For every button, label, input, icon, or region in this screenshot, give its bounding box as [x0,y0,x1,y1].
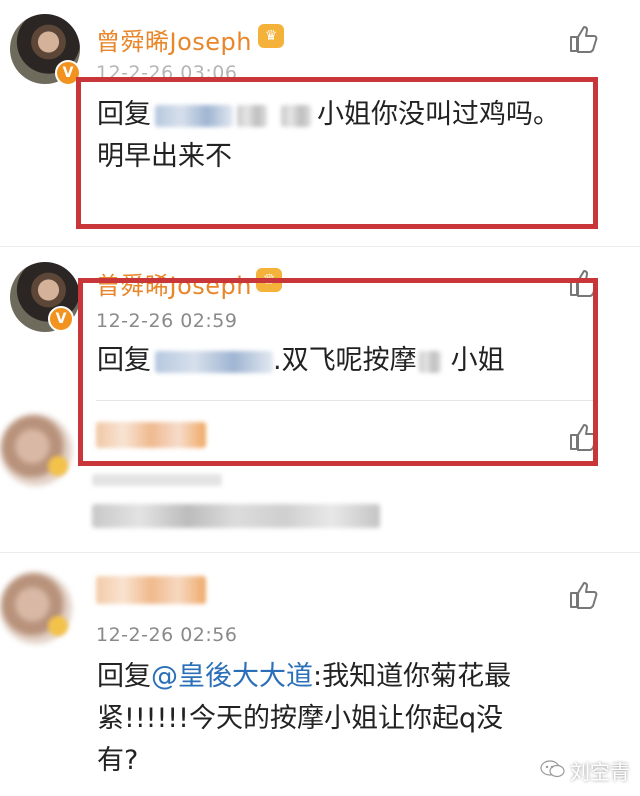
watermark-text: 刘空青 [570,760,630,784]
comment-text-line2: 紧!!!!!!今天的按摩小姐让你起q没 [97,703,504,734]
thumbs-up-icon[interactable] [568,580,598,610]
comment-text: 回复@皇後大大道:我知道你菊花最 紧!!!!!!今天的按摩小姐让你起q没 有? [97,656,597,782]
timestamp: 12-2-26 02:56 [96,624,238,646]
comment-text-line1: :我知道你菊花最 [313,661,512,692]
wechat-icon [540,760,565,778]
mention-link[interactable]: @皇後大大道 [151,661,313,692]
highlight-box [78,278,598,466]
blurred-comment-text [92,504,380,528]
verified-badge-icon [48,456,68,476]
divider [0,246,640,247]
reply-prefix: 回复 [97,661,151,692]
thumbs-up-icon[interactable] [568,24,598,54]
crown-badge-icon: ♛ [258,24,284,48]
blurred-username [96,576,206,604]
divider [0,552,640,553]
blurred-timestamp [92,474,222,486]
username[interactable]: 曾舜晞Joseph [96,22,252,57]
highlight-box [76,77,598,229]
verified-badge-icon [48,616,68,636]
comment-text-line3: 有? [97,745,139,776]
verified-badge-icon: V [48,306,74,332]
